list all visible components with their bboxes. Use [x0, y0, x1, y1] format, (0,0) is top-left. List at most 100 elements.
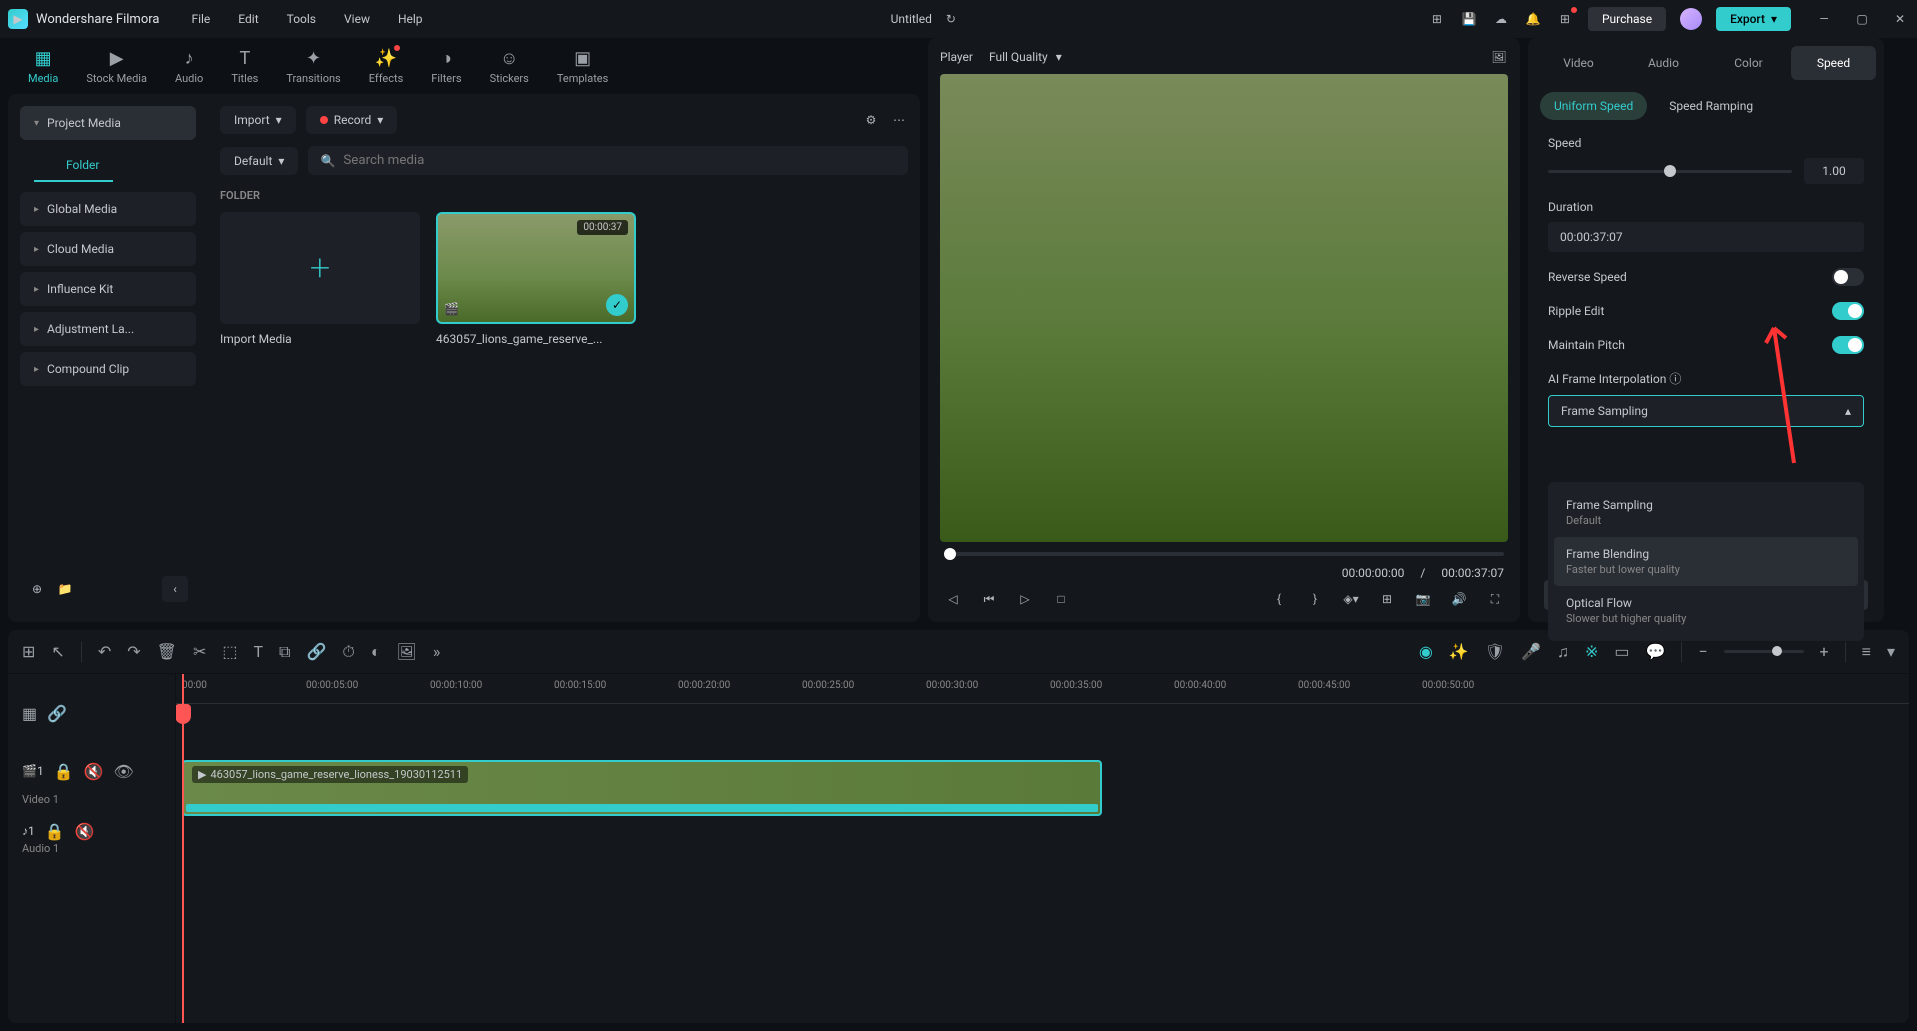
shield-icon[interactable]: 🛡 [1485, 642, 1505, 661]
tab-audio[interactable]: ♪Audio [175, 48, 203, 85]
record-button[interactable]: Record▾ [306, 106, 398, 134]
ripple-toggle[interactable] [1832, 302, 1864, 320]
sidebar-folder[interactable]: Folder [34, 150, 113, 182]
pitch-toggle[interactable] [1832, 336, 1864, 354]
zoom-in-icon[interactable]: + [1820, 642, 1829, 661]
menu-help[interactable]: Help [398, 12, 423, 26]
sort-default-button[interactable]: Default▾ [220, 147, 298, 175]
search-box[interactable]: 🔍 [308, 146, 908, 175]
export-button[interactable]: Export▾ [1716, 7, 1791, 31]
picture-icon[interactable]: 🖼 [397, 642, 417, 661]
timeline-ruler[interactable]: 00:00 00:00:05:00 00:00:10:00 00:00:15:0… [176, 674, 1909, 704]
quality-select[interactable]: Full Quality▾ [989, 50, 1062, 64]
timeline-link-icon[interactable]: 🔗 [47, 704, 67, 723]
speed-icon[interactable]: ⏱ [342, 642, 354, 662]
folder-icon[interactable]: 📁 [56, 580, 74, 598]
filter-icon[interactable]: ⚙ [862, 111, 880, 129]
snapshot-icon[interactable]: 📷 [1414, 590, 1432, 608]
subtitle-icon[interactable]: 💬 [1645, 642, 1665, 661]
video-clip[interactable]: ▶463057_lions_game_reserve_lioness_19030… [182, 760, 1102, 816]
mic-icon[interactable]: 🎤 [1521, 642, 1541, 661]
link-icon[interactable]: 🔗 [306, 642, 326, 661]
tab-audio-props[interactable]: Audio [1621, 46, 1706, 80]
timeline-view-icon[interactable]: ▦ [22, 704, 37, 723]
step-back-icon[interactable]: ⏮ [980, 590, 998, 608]
volume-icon[interactable]: 🔊 [1450, 590, 1468, 608]
zoom-out-icon[interactable]: − [1698, 642, 1707, 661]
scrub-handle[interactable] [944, 548, 956, 560]
picture-icon[interactable]: 🖼 [1490, 48, 1508, 66]
zoom-slider[interactable] [1724, 650, 1804, 653]
minimize-icon[interactable]: — [1815, 10, 1833, 28]
tab-titles[interactable]: TTitles [231, 48, 258, 85]
more-tools-icon[interactable]: » [433, 642, 441, 661]
play-icon[interactable]: ▷ [1016, 590, 1034, 608]
cloud-icon[interactable]: ☁ [1492, 10, 1510, 28]
history-icon[interactable]: ↻ [942, 10, 960, 28]
menu-view[interactable]: View [344, 12, 370, 26]
marker-icon[interactable]: ◈▾ [1342, 590, 1360, 608]
avatar[interactable] [1680, 8, 1702, 30]
fullscreen-icon[interactable]: ⛶ [1486, 590, 1504, 608]
prev-frame-icon[interactable]: ◁ [944, 590, 962, 608]
slider-handle[interactable] [1664, 165, 1676, 177]
mark-in-icon[interactable]: { [1270, 590, 1288, 608]
option-frame-sampling[interactable]: Frame Sampling Default [1554, 488, 1858, 537]
lock-icon[interactable]: 🔒 [54, 762, 74, 781]
speed-slider[interactable] [1548, 170, 1792, 173]
sidebar-compound-clip[interactable]: ▸Compound Clip [20, 352, 196, 386]
import-media-card[interactable]: + Import Media [220, 212, 420, 346]
sparkle-icon[interactable]: ✨ [1449, 642, 1469, 661]
more-icon[interactable]: ⋯ [890, 111, 908, 129]
sidebar-cloud-media[interactable]: ▸Cloud Media [20, 232, 196, 266]
purchase-button[interactable]: Purchase [1588, 7, 1666, 31]
video-track-lane[interactable]: ▶463057_lions_game_reserve_lioness_19030… [176, 744, 1909, 824]
tracks-icon[interactable]: ≡ [1862, 642, 1871, 662]
search-input[interactable] [343, 153, 896, 168]
apps-icon[interactable]: ⊞ [1556, 10, 1574, 28]
menu-tools[interactable]: Tools [287, 12, 316, 26]
scrubber[interactable] [944, 552, 1504, 556]
display-icon[interactable]: ⊞ [1428, 10, 1446, 28]
lock-icon[interactable]: 🔒 [45, 822, 65, 841]
undo-icon[interactable]: ↶ [98, 642, 111, 661]
tab-speed-props[interactable]: Speed [1791, 46, 1876, 80]
menu-file[interactable]: File [191, 12, 210, 26]
media-clip-card[interactable]: 00:00:37 🎬 ✓ 463057_lions_game_reserve_.… [436, 212, 636, 346]
duration-input[interactable]: 00:00:37:07 [1548, 222, 1864, 252]
sidebar-influence-kit[interactable]: ▸Influence Kit [20, 272, 196, 306]
copy-icon[interactable]: ⧉ [279, 642, 290, 662]
close-icon[interactable]: ✕ [1891, 10, 1909, 28]
cut-icon[interactable]: ✂ [193, 642, 206, 661]
video-preview[interactable] [940, 74, 1508, 542]
aspect-icon[interactable]: ▭ [1614, 642, 1629, 661]
tab-color-props[interactable]: Color [1706, 46, 1791, 80]
stop-icon[interactable]: □ [1052, 590, 1070, 608]
sidebar-adjustment-layer[interactable]: ▸Adjustment La... [20, 312, 196, 346]
tracks-menu-icon[interactable]: ▾ [1887, 642, 1895, 661]
delete-icon[interactable]: 🗑 [157, 642, 177, 661]
tab-stock-media[interactable]: ▶Stock Media [86, 48, 147, 85]
uniform-speed-button[interactable]: Uniform Speed [1540, 92, 1647, 120]
maximize-icon[interactable]: ▢ [1853, 10, 1871, 28]
crop-icon[interactable]: ⬚ [222, 642, 237, 661]
folder-add-icon[interactable]: ⊕ [28, 580, 46, 598]
tab-stickers[interactable]: ☺Stickers [490, 48, 529, 85]
option-optical-flow[interactable]: Optical Flow Slower but higher quality [1554, 586, 1858, 635]
display-mode-icon[interactable]: ⊞ [1378, 590, 1396, 608]
save-icon[interactable]: 💾 [1460, 10, 1478, 28]
import-button[interactable]: Import▾ [220, 106, 296, 134]
playhead[interactable] [182, 674, 184, 1023]
color-icon[interactable]: ◐ [371, 642, 381, 662]
select-icon[interactable]: ↖ [51, 642, 64, 661]
ai-icon[interactable]: ◉ [1419, 642, 1433, 661]
tab-transitions[interactable]: ✦Transitions [286, 48, 340, 85]
tab-templates[interactable]: ▣Templates [557, 48, 608, 85]
info-icon[interactable]: ⓘ [1669, 372, 1681, 386]
speed-ramping-button[interactable]: Speed Ramping [1655, 92, 1767, 120]
tab-effects[interactable]: ✨Effects [369, 48, 404, 85]
redo-icon[interactable]: ↷ [127, 642, 140, 661]
timeline-tracks[interactable]: 00:00 00:00:05:00 00:00:10:00 00:00:15:0… [176, 674, 1909, 1023]
marker-tool-icon[interactable]: ※ [1585, 642, 1598, 661]
sidebar-project-media[interactable]: ▾Project Media [20, 106, 196, 140]
